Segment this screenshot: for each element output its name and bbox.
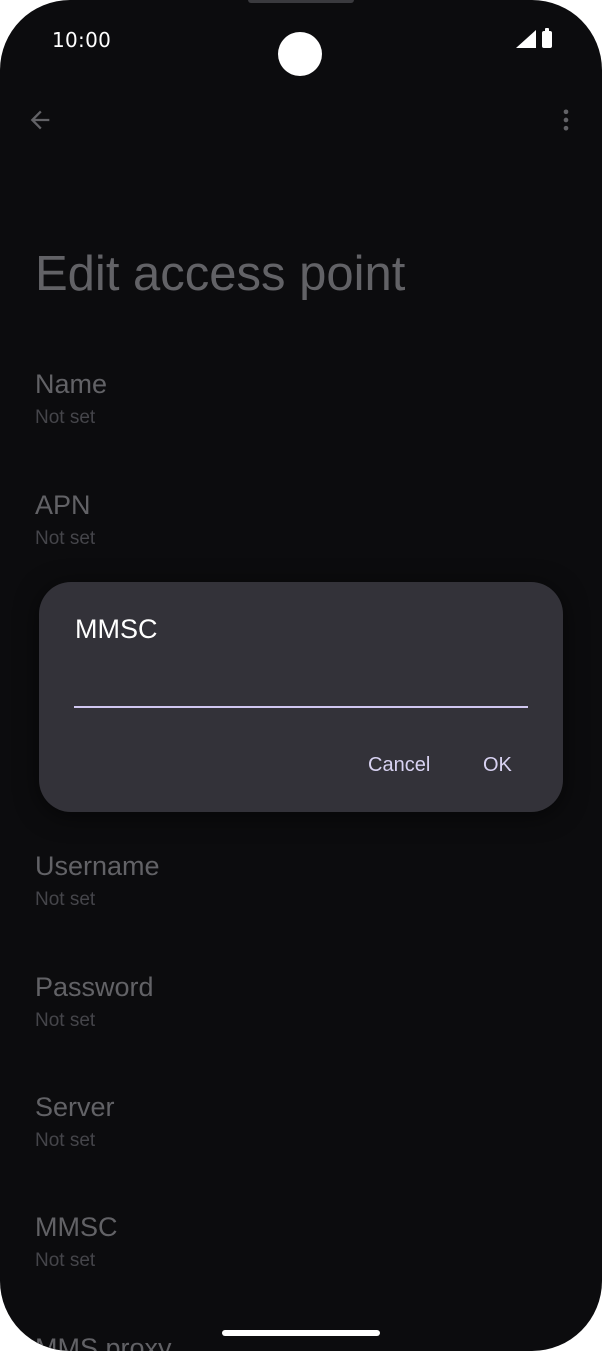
arrow-left-icon — [30, 110, 50, 130]
setting-value: Not set — [35, 1130, 96, 1151]
setting-apn[interactable]: APN Not set — [35, 489, 95, 553]
page-title: Edit access point — [35, 247, 406, 301]
status-icons — [516, 27, 552, 48]
mmsc-dialog: MMSC Cancel OK — [39, 582, 563, 812]
more-vert-icon — [563, 109, 569, 131]
dialog-title: MMSC — [75, 614, 158, 644]
setting-name[interactable]: Name Not set — [35, 368, 107, 432]
setting-title: APN — [35, 490, 91, 520]
more-options-button[interactable] — [546, 100, 586, 140]
setting-value: Not set — [35, 1010, 96, 1031]
camera-cutout — [278, 32, 322, 76]
setting-title: Username — [35, 851, 160, 881]
phone-screen: 10:00 Edit access point Name Not set APN… — [0, 0, 602, 1351]
setting-title: Server — [35, 1092, 115, 1122]
setting-username[interactable]: Username Not set — [35, 850, 160, 914]
setting-mms-proxy[interactable]: MMS proxy — [35, 1332, 172, 1351]
setting-value: Not set — [35, 1250, 96, 1271]
setting-title: Password — [35, 972, 154, 1002]
setting-title: Name — [35, 369, 108, 399]
speaker-slot — [248, 0, 354, 3]
setting-title: MMS proxy — [35, 1333, 172, 1351]
setting-value: Not set — [35, 407, 96, 428]
setting-server[interactable]: Server Not set — [35, 1091, 115, 1155]
signal-icon — [516, 30, 536, 48]
ok-button[interactable]: OK — [477, 750, 518, 781]
status-time: 10:00 — [52, 28, 112, 52]
home-indicator[interactable] — [222, 1330, 380, 1336]
setting-title: MMSC — [35, 1212, 118, 1242]
setting-mmsc[interactable]: MMSC Not set — [35, 1211, 118, 1275]
setting-password[interactable]: Password Not set — [35, 971, 154, 1035]
setting-value: Not set — [35, 528, 96, 549]
back-button[interactable] — [20, 100, 60, 140]
mmsc-input[interactable] — [74, 668, 528, 708]
battery-icon — [542, 27, 552, 48]
setting-value: Not set — [35, 889, 96, 910]
cancel-button[interactable]: Cancel — [362, 750, 436, 781]
